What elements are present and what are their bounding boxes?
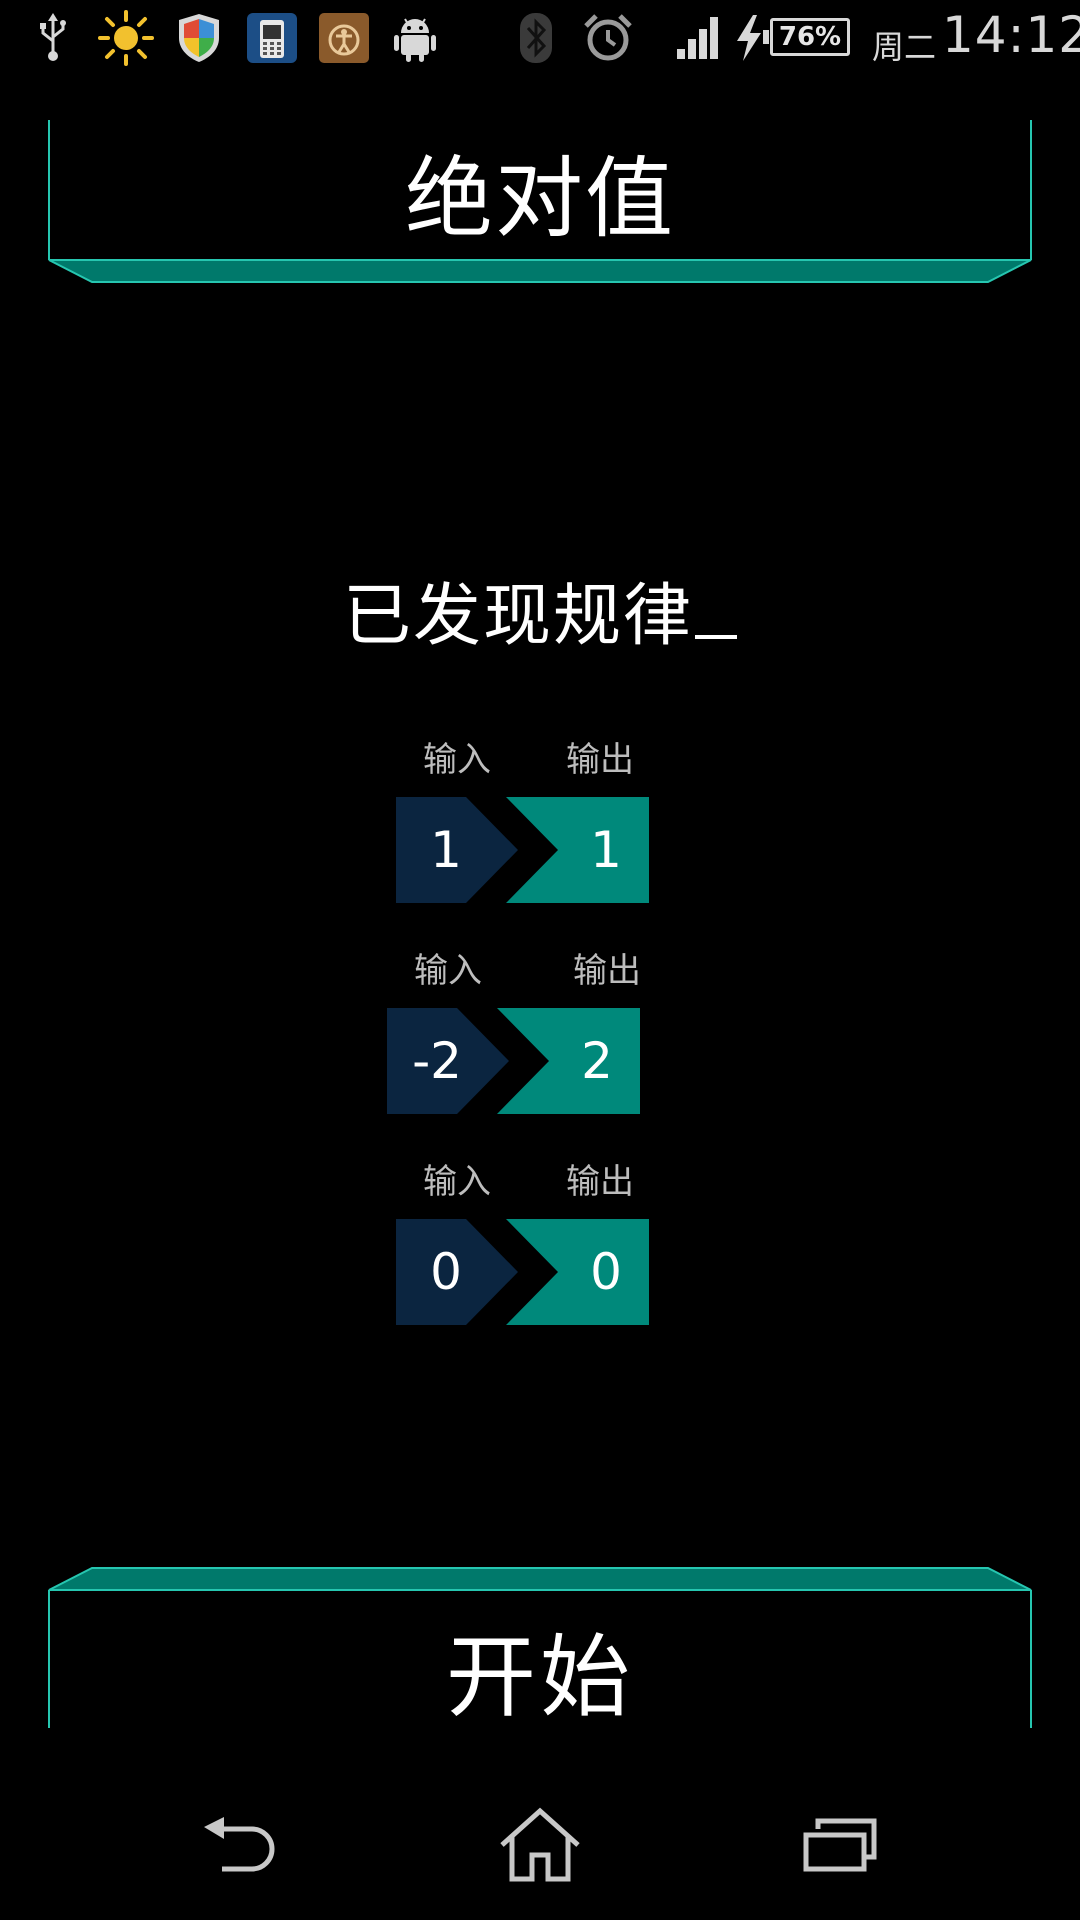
- recents-button[interactable]: [750, 1770, 930, 1920]
- output-value: 0: [590, 1243, 622, 1301]
- input-value: 0: [430, 1243, 462, 1301]
- shield-icon: [172, 10, 226, 66]
- input-label: 输入: [423, 740, 491, 780]
- back-button[interactable]: [150, 1770, 330, 1920]
- input-value: 1: [430, 821, 462, 879]
- back-icon: [204, 1817, 275, 1872]
- found-pattern-label: 已发现规律: [342, 577, 693, 656]
- io-pair-1: 输入 输出 1 1: [396, 732, 666, 922]
- start-button-label: 开始: [446, 1625, 634, 1730]
- usb-icon: [30, 10, 76, 66]
- page-title: 绝对值: [404, 147, 675, 250]
- start-button[interactable]: 开始: [48, 1566, 1032, 1730]
- charging-icon: [732, 10, 766, 66]
- output-value: 2: [581, 1032, 613, 1090]
- signal-icon: [674, 10, 724, 66]
- status-time: 14:12: [942, 6, 1080, 64]
- output-label: 输出: [573, 951, 641, 991]
- output-label: 输出: [566, 1162, 634, 1202]
- title-panel: 绝对值: [48, 120, 1032, 286]
- text-cursor: [695, 635, 737, 639]
- io-pair-2: 输入 输出 -2 2: [387, 943, 657, 1133]
- sun-icon: [96, 10, 156, 66]
- output-value: 1: [590, 821, 622, 879]
- output-label: 输出: [566, 740, 634, 780]
- input-value: -2: [412, 1032, 462, 1090]
- io-pair-3: 输入 输出 0 0: [396, 1154, 666, 1344]
- home-button[interactable]: [450, 1770, 630, 1920]
- status-bar: 76% 周二 14:12: [0, 0, 1080, 76]
- home-icon: [500, 1807, 580, 1882]
- recents-icon: [803, 1818, 877, 1872]
- input-label: 输入: [414, 951, 482, 991]
- bluetooth-icon: [516, 10, 556, 66]
- accessibility-app-icon: [316, 10, 372, 66]
- sim-app-icon: [244, 10, 300, 66]
- input-label: 输入: [423, 1162, 491, 1202]
- found-pattern-text: 已发现规律: [0, 560, 1080, 659]
- battery-level: 76%: [763, 18, 850, 56]
- status-day: 周二: [872, 28, 937, 66]
- android-icon: [390, 10, 440, 66]
- alarm-icon: [580, 10, 636, 66]
- navigation-bar: [0, 1770, 1080, 1920]
